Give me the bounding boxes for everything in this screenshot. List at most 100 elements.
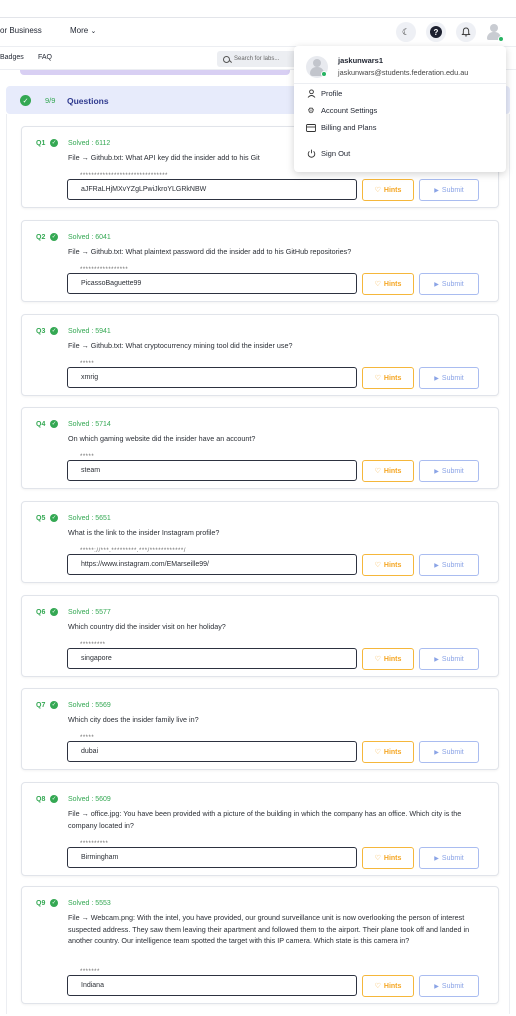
question-card: Q3 ✓ Solved : 5941 File → Github.txt: Wh… — [21, 314, 499, 396]
submit-label: Submit — [441, 280, 464, 288]
nav-more-label: More — [70, 26, 89, 35]
hints-label: Hints — [383, 982, 402, 990]
check-circle-icon: ✓ — [50, 233, 58, 241]
hints-label: Hints — [383, 854, 402, 862]
question-text: File → Github.txt: What cryptocurrency m… — [68, 341, 293, 350]
question-card: Q4 ✓ Solved : 5714 On which gaming websi… — [21, 407, 499, 489]
answer-input[interactable]: Indiana — [67, 975, 357, 996]
question-number: Q1 — [36, 140, 46, 147]
submit-label: Submit — [441, 561, 464, 569]
answer-input[interactable]: Birmingham — [67, 847, 357, 868]
answer-input[interactable]: dubai — [67, 741, 357, 762]
answer-input[interactable]: https://www.instagram.com/EMarseille99/ — [67, 554, 357, 575]
submit-button[interactable]: ▶ Submit — [419, 367, 479, 389]
check-circle-icon: ✓ — [50, 795, 58, 803]
submit-label: Submit — [441, 655, 464, 663]
nav-faq[interactable]: FAQ — [38, 54, 52, 61]
question-card: Q7 ✓ Solved : 5569 Which city does the i… — [21, 688, 499, 770]
divider — [294, 83, 506, 84]
menu-item-billing[interactable]: Billing and Plans — [306, 123, 376, 132]
answer-format-mask: ***** — [80, 735, 97, 741]
answer-format-mask: ********* — [80, 642, 108, 648]
question-text: Which country did the insider visit on h… — [68, 622, 226, 631]
answer-input[interactable]: aJFRaLHjMXvYZgLPwiJkroYLGRkNBW — [67, 179, 357, 200]
answer-input[interactable]: steam — [67, 460, 357, 481]
hints-button[interactable]: ♡ Hints — [362, 273, 414, 295]
play-icon: ▶ — [434, 281, 439, 288]
answer-input[interactable]: singapore — [67, 648, 357, 669]
hints-button[interactable]: ♡ Hints — [362, 367, 414, 389]
hints-button[interactable]: ♡ Hints — [362, 741, 414, 763]
submit-button[interactable]: ▶ Submit — [419, 179, 479, 201]
answer-input[interactable]: xmrig — [67, 367, 357, 388]
menu-item-account-settings[interactable]: ⚙ Account Settings — [306, 106, 377, 115]
submit-button[interactable]: ▶ Submit — [419, 648, 479, 670]
answer-format-mask: ******************************* — [80, 173, 170, 179]
submit-button[interactable]: ▶ Submit — [419, 273, 479, 295]
solved-count: Solved : 5714 — [68, 421, 111, 428]
questions-title: Questions — [67, 96, 109, 106]
answer-format-mask: ********** — [80, 841, 111, 847]
bell-icon[interactable] — [456, 22, 476, 42]
hints-label: Hints — [383, 748, 402, 756]
help-icon[interactable]: ? — [426, 22, 446, 42]
check-circle-icon: ✓ — [50, 420, 58, 428]
play-icon: ▶ — [434, 983, 439, 990]
hints-label: Hints — [383, 561, 402, 569]
hints-button[interactable]: ♡ Hints — [362, 975, 414, 997]
gear-icon: ⚙ — [307, 106, 315, 115]
submit-label: Submit — [441, 467, 464, 475]
user-avatar[interactable] — [484, 22, 504, 42]
check-circle-icon: ✓ — [50, 701, 58, 709]
submit-button[interactable]: ▶ Submit — [419, 741, 479, 763]
card-icon — [306, 123, 316, 132]
hints-button[interactable]: ♡ Hints — [362, 648, 414, 670]
submit-label: Submit — [441, 854, 464, 862]
hints-button[interactable]: ♡ Hints — [362, 179, 414, 201]
submit-label: Submit — [441, 982, 464, 990]
menu-item-label: Profile — [321, 89, 343, 98]
question-text: File → Webcam.png: With the intel, you h… — [68, 913, 470, 945]
question-card: Q5 ✓ Solved : 5651 What is the link to t… — [21, 501, 499, 583]
check-circle-icon: ✓ — [50, 327, 58, 335]
search-input[interactable]: Search for labs... — [217, 51, 297, 67]
solved-count: Solved : 5553 — [68, 900, 111, 907]
submit-button[interactable]: ▶ Submit — [419, 460, 479, 482]
hints-button[interactable]: ♡ Hints — [362, 460, 414, 482]
hints-button[interactable]: ♡ Hints — [362, 847, 414, 869]
top-navigation: or Business More ⌄ ☾ ? — [0, 18, 516, 46]
nav-badges[interactable]: Badges — [0, 54, 24, 61]
menu-item-label: Sign Out — [321, 149, 351, 158]
submit-button[interactable]: ▶ Submit — [419, 975, 479, 997]
answer-format-mask: ***************** — [80, 267, 131, 273]
answer-input[interactable]: PicassoBaguette99 — [67, 273, 357, 294]
lightbulb-icon: ♡ — [374, 281, 381, 288]
nav-more[interactable]: More ⌄ — [70, 26, 96, 35]
check-circle-icon: ✓ — [50, 514, 58, 522]
answer-format-mask: ******* — [80, 969, 102, 975]
question-card: Q6 ✓ Solved : 5577 Which country did the… — [21, 595, 499, 677]
hints-label: Hints — [383, 186, 402, 194]
question-text: File → Github.txt: What plaintext passwo… — [68, 247, 352, 256]
person-icon — [306, 89, 316, 98]
question-number: Q3 — [36, 328, 46, 335]
username: jaskunwars1 — [338, 56, 384, 65]
lightbulb-icon: ♡ — [374, 562, 381, 569]
submit-button[interactable]: ▶ Submit — [419, 554, 479, 576]
question-text: On which gaming website did the insider … — [68, 434, 256, 443]
answer-format-mask: ***** — [80, 361, 97, 367]
online-status-dot — [498, 36, 504, 42]
avatar — [306, 56, 328, 78]
check-circle-icon: ✓ — [50, 899, 58, 907]
moon-icon[interactable]: ☾ — [396, 22, 416, 42]
question-number: Q9 — [36, 900, 46, 907]
menu-item-profile[interactable]: Profile — [306, 89, 342, 98]
nav-for-business[interactable]: or Business — [0, 26, 42, 35]
question-card: Q8 ✓ Solved : 5609 File → office.jpg: Yo… — [21, 782, 499, 876]
menu-item-sign-out[interactable]: Sign Out — [306, 149, 350, 158]
submit-button[interactable]: ▶ Submit — [419, 847, 479, 869]
check-circle-icon: ✓ — [20, 95, 31, 106]
play-icon: ▶ — [434, 855, 439, 862]
hints-button[interactable]: ♡ Hints — [362, 554, 414, 576]
questions-list: Q1 ✓ Solved : 6112 File → Github.txt: Wh… — [6, 114, 510, 1014]
